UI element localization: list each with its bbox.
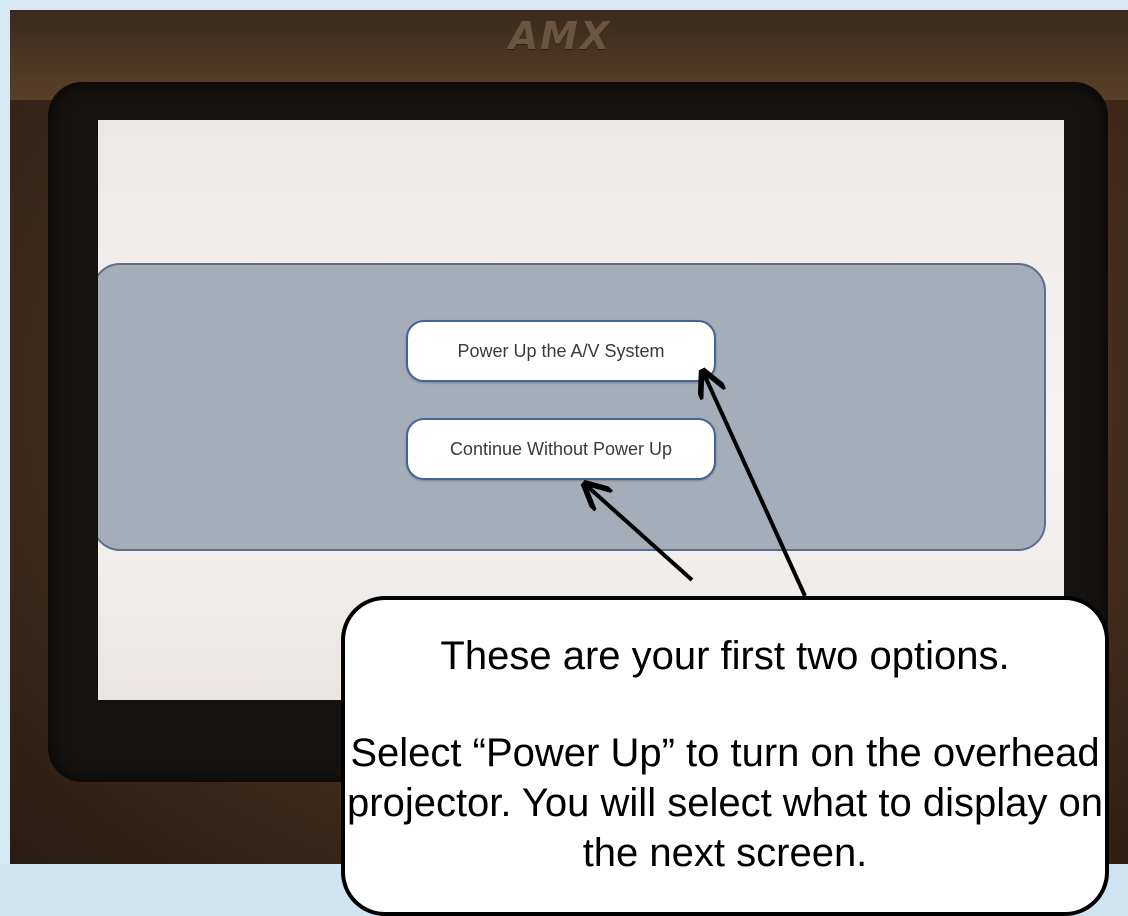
image-frame: AMX Power Up the A/V System Continue Wit… [0,0,1128,916]
continue-without-power-up-button[interactable]: Continue Without Power Up [406,418,716,480]
callout-heading: These are your first two options. [440,634,1010,678]
amx-logo: AMX [485,14,635,58]
callout-body: Select “Power Up” to turn on the overhea… [347,731,1103,875]
power-up-button[interactable]: Power Up the A/V System [406,320,716,382]
callout-box: These are your first two options. Select… [341,596,1109,916]
options-panel: Power Up the A/V System Continue Without… [98,263,1046,551]
logo-text: AMX [508,14,612,58]
